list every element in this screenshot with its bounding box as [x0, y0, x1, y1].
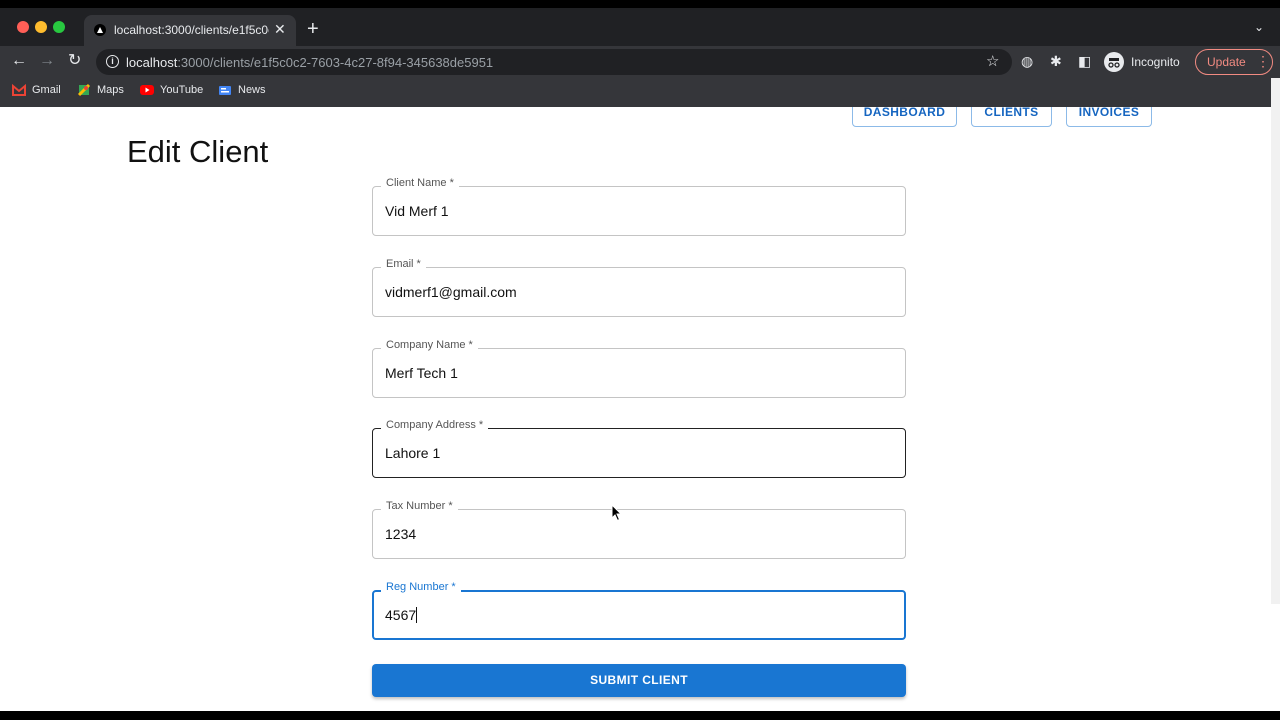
youtube-icon [140, 85, 154, 95]
bookmark-gmail[interactable]: Gmail [12, 83, 61, 97]
tax-number-label: Tax Number * [381, 500, 458, 512]
email-field[interactable]: Email * vidmerf1@gmail.com [372, 258, 906, 317]
email-input[interactable]: vidmerf1@gmail.com [385, 284, 517, 300]
reload-icon[interactable]: ↻ [68, 51, 81, 71]
browser-tab[interactable]: localhost:3000/clients/e1f5c0c2-7603-4c2… [84, 15, 296, 46]
screen-top-edge [0, 0, 1280, 8]
company-address-label: Company Address * [381, 419, 489, 431]
bookmark-label: Maps [97, 84, 124, 96]
close-window-button[interactable] [17, 21, 29, 33]
company-name-label: Company Name * [381, 339, 478, 351]
text-caret [416, 607, 418, 623]
forward-arrow-icon[interactable]: → [39, 51, 55, 71]
page-viewport: DASHBOARD CLIENTS INVOICES Edit Client C… [0, 107, 1280, 711]
reg-number-field[interactable]: Reg Number * 4567 [372, 581, 906, 640]
reg-number-input[interactable]: 4567 [385, 607, 416, 623]
company-name-input[interactable]: Merf Tech 1 [385, 365, 458, 381]
bookmarks-bar: Gmail Maps YouTube News [0, 78, 1280, 107]
tab-close-icon[interactable]: ✕ [274, 21, 286, 38]
nav-dashboard-button[interactable]: DASHBOARD [852, 107, 957, 127]
tab-title: localhost:3000/clients/e1f5c0c2-7603-4c2… [114, 23, 269, 37]
maps-icon [77, 83, 91, 97]
tax-number-input[interactable]: 1234 [385, 526, 416, 542]
client-name-input[interactable]: Vid Merf 1 [385, 203, 449, 219]
bookmark-star-icon[interactable]: ☆ [986, 52, 999, 70]
news-icon [219, 86, 231, 95]
screen-bottom-edge [0, 711, 1280, 720]
url-path: :3000/clients/e1f5c0c2-7603-4c27-8f94-34… [177, 55, 494, 70]
minimize-window-button[interactable] [35, 21, 47, 33]
reg-number-label: Reg Number * [381, 581, 461, 593]
page-title: Edit Client [127, 134, 269, 169]
url-host: localhost [126, 55, 178, 70]
maximize-window-button[interactable] [53, 21, 65, 33]
site-info-icon[interactable]: i [106, 55, 119, 68]
nextjs-favicon-icon [94, 24, 106, 36]
bookmark-label: YouTube [160, 84, 204, 96]
incognito-icon[interactable] [1104, 52, 1124, 72]
bookmark-label: News [238, 84, 266, 96]
more-menu-icon[interactable]: ⋮ [1256, 53, 1270, 69]
address-bar[interactable]: i localhost:3000/clients/e1f5c0c2-7603-4… [96, 49, 1012, 75]
page-scrollbar[interactable] [1271, 78, 1280, 604]
bookmark-news[interactable]: News [218, 83, 266, 97]
bookmark-maps[interactable]: Maps [77, 83, 124, 97]
company-address-field[interactable]: Company Address * Lahore 1 [372, 419, 906, 478]
submit-client-button[interactable]: SUBMIT CLIENT [372, 664, 906, 697]
new-tab-icon[interactable]: + [307, 19, 319, 39]
url-text[interactable]: localhost:3000/clients/e1f5c0c2-7603-4c2… [126, 55, 493, 70]
bookmark-youtube[interactable]: YouTube [140, 83, 203, 97]
gmail-icon [12, 83, 26, 96]
client-name-label: Client Name * [381, 177, 459, 189]
side-panel-icon[interactable]: ◧ [1078, 53, 1091, 70]
translate-globe-icon[interactable]: ◍ [1021, 53, 1033, 70]
company-address-input[interactable]: Lahore 1 [385, 445, 440, 461]
update-button[interactable]: Update ⋮ [1195, 49, 1273, 75]
email-label: Email * [381, 258, 426, 270]
mouse-pointer-icon [611, 504, 623, 522]
update-label: Update [1207, 55, 1246, 69]
tab-search-chevron-icon[interactable]: ⌄ [1254, 20, 1264, 34]
extensions-puzzle-icon[interactable]: ✱ [1050, 53, 1062, 70]
tax-number-field[interactable]: Tax Number * 1234 [372, 500, 906, 559]
reg-number-input-wrap[interactable]: 4567 [385, 607, 418, 623]
incognito-label: Incognito [1131, 55, 1180, 69]
company-name-field[interactable]: Company Name * Merf Tech 1 [372, 339, 906, 398]
back-arrow-icon[interactable]: ← [11, 51, 27, 71]
nav-invoices-button[interactable]: INVOICES [1066, 107, 1152, 127]
nav-clients-button[interactable]: CLIENTS [971, 107, 1052, 127]
client-name-field[interactable]: Client Name * Vid Merf 1 [372, 177, 906, 236]
bookmark-label: Gmail [32, 84, 61, 96]
